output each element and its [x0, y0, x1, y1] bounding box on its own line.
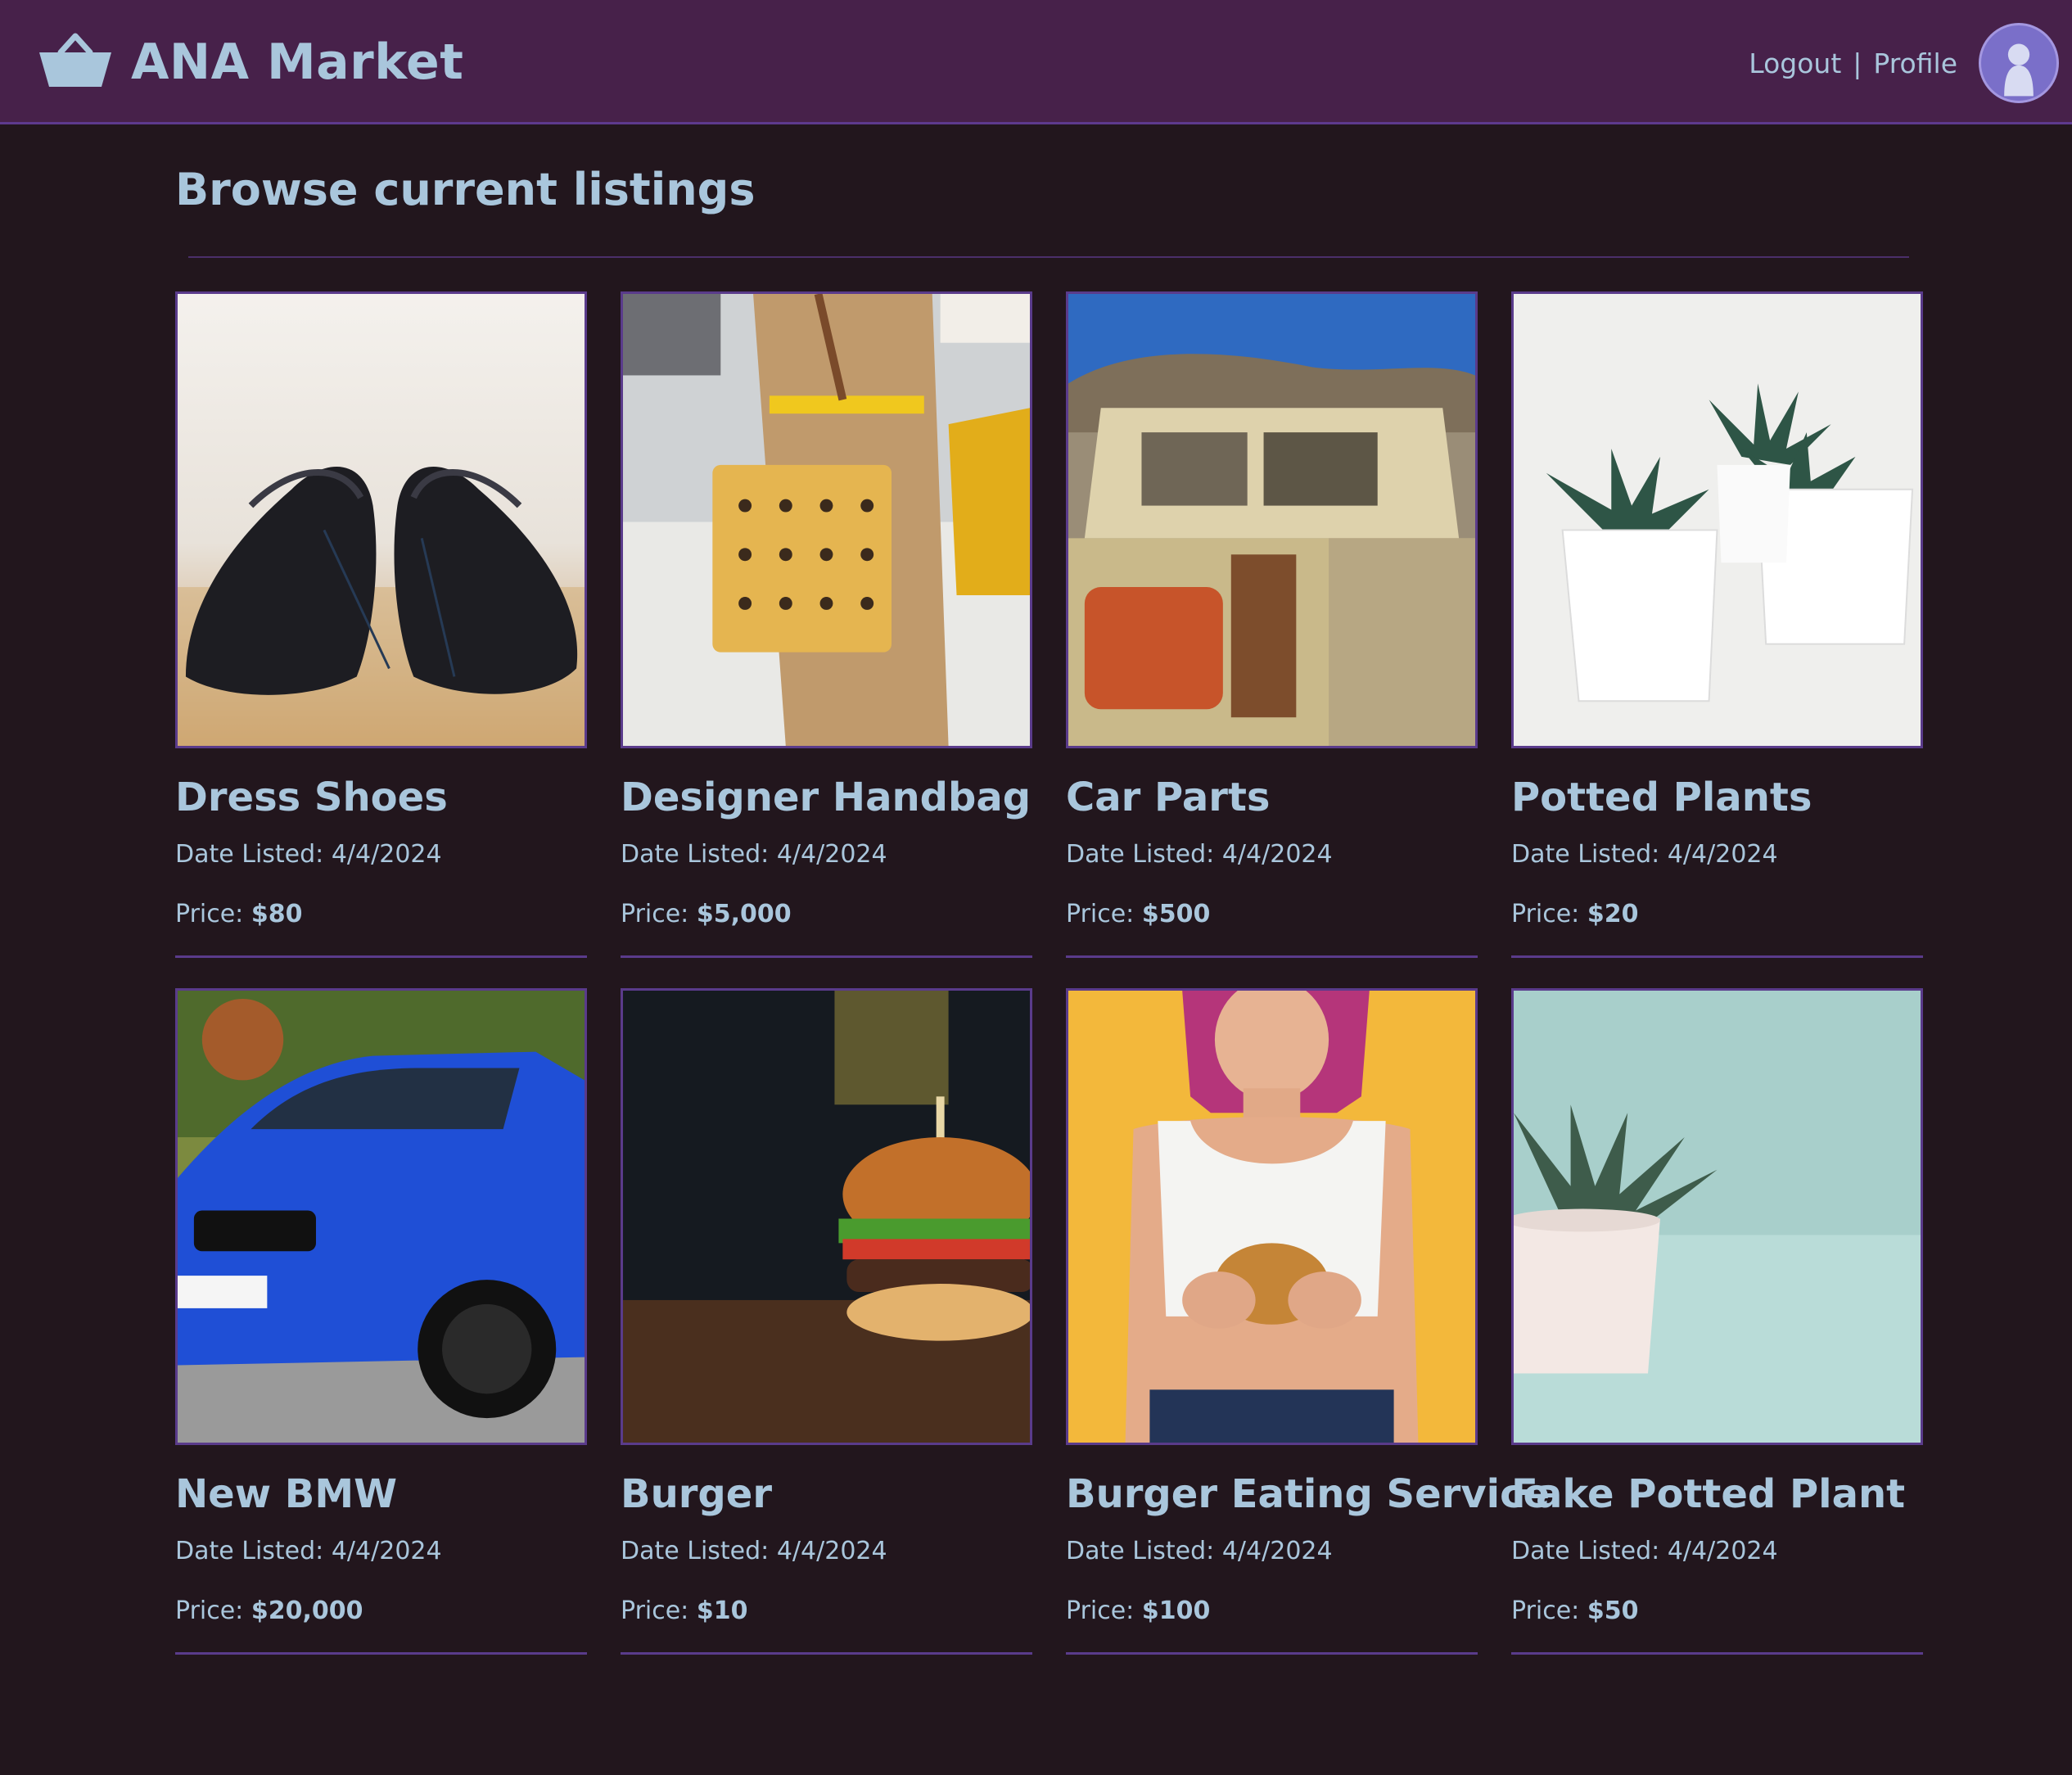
card-divider: [621, 955, 1032, 958]
listing-title[interactable]: Potted Plants: [1511, 775, 1812, 820]
listing-image-burger[interactable]: [621, 988, 1032, 1445]
basket-icon: [39, 33, 111, 87]
listing-card[interactable]: Burger Eating Service Date Listed: 4/4/2…: [1066, 988, 1550, 1655]
profile-link[interactable]: Profile: [1873, 47, 1957, 79]
listings-grid: Dress Shoes Date Listed: 4/4/2024 Price:…: [175, 291, 1923, 1655]
listing-date: Date Listed: 4/4/2024: [1066, 840, 1333, 869]
logout-link[interactable]: Logout: [1749, 47, 1841, 79]
listing-date: Date Listed: 4/4/2024: [621, 840, 887, 869]
listing-price: Price: $100: [1066, 1597, 1211, 1625]
brand[interactable]: ANA Market: [36, 28, 463, 97]
listing-title[interactable]: Dress Shoes: [175, 775, 448, 820]
listing-card[interactable]: Designer Handbag Date Listed: 4/4/2024 P…: [621, 291, 1032, 959]
nav-separator: |: [1853, 47, 1862, 79]
card-divider: [1511, 1652, 1923, 1655]
card-divider: [1511, 955, 1923, 958]
card-divider: [621, 1652, 1032, 1655]
card-divider: [1066, 1652, 1478, 1655]
listing-price: Price: $5,000: [621, 900, 792, 928]
listing-title[interactable]: Fake Potted Plant: [1511, 1471, 1905, 1517]
brand-title: ANA Market: [131, 34, 464, 91]
listing-price: Price: $20: [1511, 900, 1639, 928]
listing-card[interactable]: Car Parts Date Listed: 4/4/2024 Price: $…: [1066, 291, 1478, 959]
listing-price: Price: $10: [621, 1597, 748, 1625]
listing-card[interactable]: New BMW Date Listed: 4/4/2024 Price: $20…: [175, 988, 587, 1655]
page-title: Browse current listings: [175, 164, 756, 215]
listing-date: Date Listed: 4/4/2024: [175, 840, 442, 869]
card-divider: [175, 955, 587, 958]
listing-card[interactable]: Dress Shoes Date Listed: 4/4/2024 Price:…: [175, 291, 587, 959]
listing-image-fake-potted-plant[interactable]: [1511, 988, 1923, 1445]
listing-date: Date Listed: 4/4/2024: [1511, 1537, 1778, 1565]
listing-image-burger-eating-service[interactable]: [1066, 988, 1478, 1445]
listing-card[interactable]: Fake Potted Plant Date Listed: 4/4/2024 …: [1511, 988, 1923, 1655]
listing-date: Date Listed: 4/4/2024: [1066, 1537, 1333, 1565]
listing-price: Price: $50: [1511, 1597, 1639, 1625]
card-divider: [1066, 955, 1478, 958]
navbar: ANA Market Logout | Profile: [0, 0, 2072, 124]
listing-price: Price: $500: [1066, 900, 1211, 928]
listing-image-new-bmw[interactable]: [175, 988, 587, 1445]
listing-title[interactable]: Designer Handbag: [621, 775, 1031, 820]
nav-links: Logout | Profile: [1749, 23, 2059, 103]
listing-card[interactable]: Burger Date Listed: 4/4/2024 Price: $10: [621, 988, 1032, 1655]
listing-image-designer-handbag[interactable]: [621, 291, 1032, 748]
listing-title[interactable]: Car Parts: [1066, 775, 1270, 820]
listing-title[interactable]: Burger Eating Service: [1066, 1471, 1550, 1517]
listing-image-potted-plants[interactable]: [1511, 291, 1923, 748]
listing-date: Date Listed: 4/4/2024: [175, 1537, 442, 1565]
listing-date: Date Listed: 4/4/2024: [621, 1537, 887, 1565]
listing-price: Price: $20,000: [175, 1597, 363, 1625]
listing-price: Price: $80: [175, 900, 303, 928]
listing-card[interactable]: Potted Plants Date Listed: 4/4/2024 Pric…: [1511, 291, 1923, 959]
listing-image-dress-shoes[interactable]: [175, 291, 587, 748]
listing-title[interactable]: New BMW: [175, 1471, 397, 1517]
listing-date: Date Listed: 4/4/2024: [1511, 840, 1778, 869]
card-divider: [175, 1652, 587, 1655]
title-divider: [188, 256, 1909, 258]
user-avatar-icon[interactable]: [1979, 23, 2059, 103]
listing-title[interactable]: Burger: [621, 1471, 772, 1517]
listing-image-car-parts[interactable]: [1066, 291, 1478, 748]
